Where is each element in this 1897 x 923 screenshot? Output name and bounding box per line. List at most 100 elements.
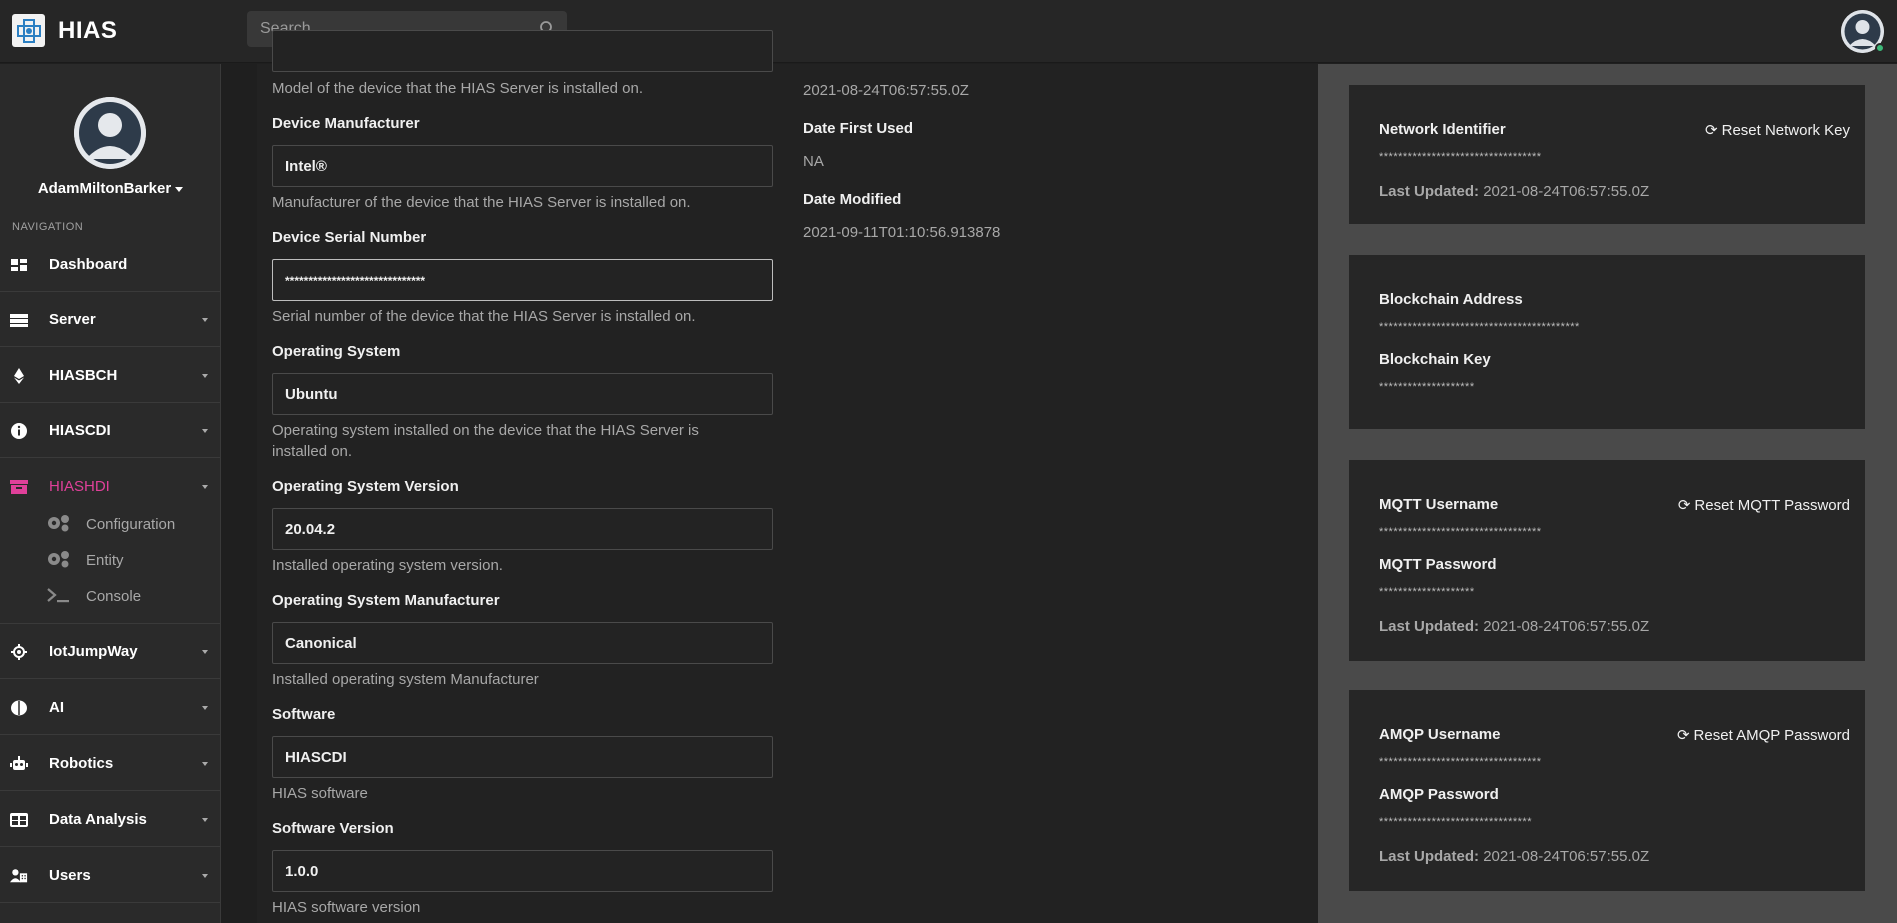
chevron-down-icon <box>202 485 208 489</box>
os-help-text-1: Operating system installed on the device… <box>272 422 699 439</box>
sidebar-item-label: Users <box>49 867 91 884</box>
chevron-down-icon <box>202 818 208 822</box>
nav-heading: NAVIGATION <box>12 221 84 233</box>
os-manufacturer-help-text: Installed operating system Manufacturer <box>272 671 539 688</box>
hias-logo-icon[interactable] <box>12 14 45 47</box>
sidebar-item-iotjumpway[interactable]: IotJumpWay <box>0 624 221 679</box>
software-version-label: Software Version <box>272 820 394 837</box>
os-help-text-2: installed on. <box>272 443 353 460</box>
sidebar-username[interactable]: AdamMiltonBarker <box>0 180 221 197</box>
software-version-help-text: HIAS software version <box>272 899 421 916</box>
os-version-label: Operating System Version <box>272 478 459 495</box>
manufacturer-help-text: Manufacturer of the device that the HIAS… <box>272 194 691 211</box>
date-first-used-value: NA <box>803 153 824 170</box>
brain-icon <box>11 700 27 716</box>
archive-icon <box>10 480 28 494</box>
sidebar-avatar[interactable] <box>74 97 146 169</box>
last-updated-value: 2021-08-24T06:57:55.0Z <box>1483 848 1650 865</box>
blockchain-address-label: Blockchain Address <box>1379 291 1523 308</box>
brand-title[interactable]: HIAS <box>58 17 117 45</box>
iot-icon <box>11 644 27 660</box>
online-status-icon <box>1875 43 1885 53</box>
chevron-down-icon <box>202 762 208 766</box>
serial-help-text: Serial number of the device that the HIA… <box>272 308 696 325</box>
last-updated-label: Last Updated: <box>1379 618 1480 635</box>
os-version-input[interactable]: 20.04.2 <box>272 508 773 550</box>
mqtt-username-masked: ********************************** <box>1379 526 1542 538</box>
robot-icon <box>10 756 28 770</box>
reset-network-key-button[interactable]: ⟳ Reset Network Key <box>1705 121 1850 139</box>
gears-icon <box>48 515 69 532</box>
blockchain-key-masked: ******************** <box>1379 381 1475 393</box>
ethereum-icon <box>14 368 24 384</box>
reset-mqtt-password-button[interactable]: ⟳ Reset MQTT Password <box>1678 496 1850 514</box>
device-model-input[interactable] <box>272 30 773 72</box>
amqp-password-masked: ******************************** <box>1379 816 1532 828</box>
sidebar-item-hiasbch[interactable]: HIASBCH <box>0 348 221 403</box>
sidebar-item-label: Server <box>49 311 96 328</box>
sidebar-item-label: Robotics <box>49 755 114 772</box>
refresh-icon: ⟳ <box>1676 727 1690 744</box>
chevron-down-icon <box>202 429 208 433</box>
last-updated-value: 2021-08-24T06:57:55.0Z <box>1483 618 1650 635</box>
mqtt-last-updated: Last Updated: 2021-08-24T06:57:55.0Z <box>1379 618 1649 635</box>
blockchain-address-masked: ****************************************… <box>1379 321 1580 333</box>
sidebar-item-data-analysis[interactable]: Data Analysis <box>0 792 221 847</box>
server-icon <box>10 314 28 327</box>
os-version-help-text: Installed operating system version. <box>272 557 503 574</box>
os-manufacturer-input[interactable]: Canonical <box>272 622 773 664</box>
reset-amqp-password-label: Reset AMQP Password <box>1693 727 1850 744</box>
os-input[interactable]: Ubuntu <box>272 373 773 415</box>
sidebar-subitem-entity[interactable]: Entity <box>0 544 221 574</box>
sidebar-subitem-label: Configuration <box>86 516 176 533</box>
sidebar-item-label: Dashboard <box>49 256 128 273</box>
manufacturer-input[interactable]: Intel® <box>272 145 773 187</box>
mqtt-card: MQTT Username ⟳ Reset MQTT Password *****… <box>1349 460 1865 661</box>
sidebar-item-server[interactable]: Server <box>0 292 221 347</box>
chevron-down-icon <box>202 874 208 878</box>
last-updated-label: Last Updated: <box>1379 848 1480 865</box>
sidebar-subitem-configuration[interactable]: Configuration <box>0 508 221 538</box>
model-help-text: Model of the device that the HIAS Server… <box>272 80 644 97</box>
dashboard-icon <box>11 259 27 271</box>
sidebar-subitem-console[interactable]: Console <box>0 580 221 610</box>
date-modified-label: Date Modified <box>803 191 902 208</box>
sidebar-item-robotics[interactable]: Robotics <box>0 736 221 791</box>
refresh-icon: ⟳ <box>1705 122 1718 139</box>
serial-input[interactable]: ****************************** <box>272 259 773 301</box>
software-label: Software <box>272 706 336 723</box>
amqp-username-masked: ********************************** <box>1379 756 1542 768</box>
sidebar-item-label: AI <box>49 699 64 716</box>
reset-amqp-password-button[interactable]: ⟳ Reset AMQP Password <box>1677 726 1850 744</box>
chevron-down-icon <box>175 186 184 192</box>
sidebar-item-label: HIASBCH <box>49 367 118 384</box>
software-help-text: HIAS software <box>272 785 368 802</box>
chevron-down-icon <box>202 650 208 654</box>
serial-label: Device Serial Number <box>272 229 427 246</box>
last-updated-value: 2021-08-24T06:57:55.0Z <box>1483 183 1650 200</box>
sidebar-subitem-label: Console <box>86 588 142 605</box>
amqp-password-label: AMQP Password <box>1379 786 1499 803</box>
reset-mqtt-password-label: Reset MQTT Password <box>1694 497 1850 514</box>
sidebar-item-ai[interactable]: AI <box>0 680 221 735</box>
table-icon <box>10 813 28 827</box>
amqp-username-label: AMQP Username <box>1379 726 1501 743</box>
mqtt-username-label: MQTT Username <box>1379 496 1499 513</box>
software-version-input[interactable]: 1.0.0 <box>272 850 773 892</box>
os-manufacturer-label: Operating System Manufacturer <box>272 592 500 609</box>
sidebar-item-hiascdi[interactable]: HIASCDI <box>0 403 221 458</box>
chevron-down-icon <box>202 318 208 322</box>
last-updated-label: Last Updated: <box>1379 183 1480 200</box>
username-label: AdamMiltonBarker <box>37 180 172 197</box>
date-created-value: 2021-08-24T06:57:55.0Z <box>803 82 969 99</box>
sidebar-item-users[interactable]: Users <box>0 848 221 903</box>
amqp-card: AMQP Username ⟳ Reset AMQP Password *****… <box>1349 690 1865 891</box>
sidebar-item-label: Data Analysis <box>49 811 147 828</box>
sidebar-item-label: IotJumpWay <box>49 643 138 660</box>
info-circle-icon <box>11 423 27 439</box>
software-input[interactable]: HIASCDI <box>272 736 773 778</box>
sidebar-item-dashboard[interactable]: Dashboard <box>0 237 221 292</box>
network-identifier-label: Network Identifier <box>1379 121 1506 138</box>
sidebar-item-label: HIASCDI <box>49 422 111 439</box>
network-last-updated: Last Updated: 2021-08-24T06:57:55.0Z <box>1379 183 1649 200</box>
